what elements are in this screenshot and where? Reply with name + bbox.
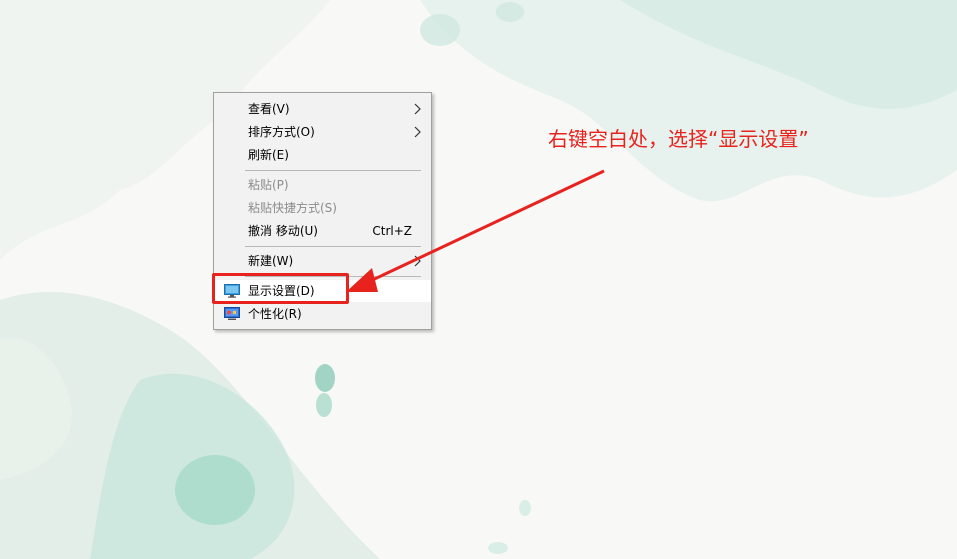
menu-item-personalize[interactable]: 个性化(R) [214,303,431,325]
menu-item-paste[interactable]: 粘贴(P) [214,174,431,196]
personalize-icon [224,307,240,320]
chevron-right-icon [414,126,421,138]
menu-item-sort-by[interactable]: 排序方式(O) [214,121,431,143]
annotation-highlight-box [212,273,349,304]
menu-item-label: 排序方式(O) [248,125,315,139]
menu-item-refresh[interactable]: 刷新(E) [214,144,431,166]
chevron-right-icon [414,255,421,267]
menu-item-label: 刷新(E) [248,148,289,162]
menu-item-label: 粘贴(P) [248,178,289,192]
chevron-right-icon [414,103,421,115]
menu-item-label: 新建(W) [248,254,294,268]
menu-separator [245,170,421,171]
menu-item-label: 查看(V) [248,102,290,116]
menu-item-shortcut: Ctrl+Z [372,224,412,238]
menu-item-label: 粘贴快捷方式(S) [248,201,337,215]
menu-separator [245,246,421,247]
menu-item-view[interactable]: 查看(V) [214,98,431,120]
menu-item-label: 个性化(R) [248,307,302,321]
menu-item-undo-move[interactable]: 撤消 移动(U) Ctrl+Z [214,220,431,242]
annotation-text: 右键空白处，选择“显示设置” [548,127,809,151]
menu-item-label: 撤消 移动(U) [248,224,318,238]
menu-item-new[interactable]: 新建(W) [214,250,431,272]
menu-item-paste-shortcut[interactable]: 粘贴快捷方式(S) [214,197,431,219]
desktop-wallpaper[interactable] [0,0,957,559]
